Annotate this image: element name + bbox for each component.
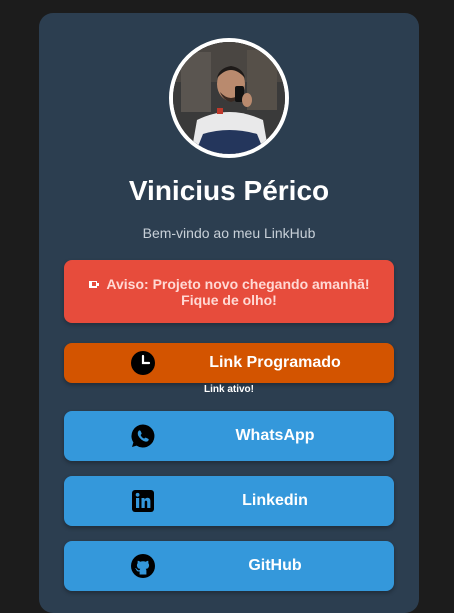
linkedin-link-button[interactable]: Linkedin xyxy=(64,476,394,526)
scheduled-link-label: Link Programado xyxy=(209,354,341,371)
pushpin-icon xyxy=(89,280,100,288)
linkedin-icon xyxy=(132,490,154,512)
github-link-label: GitHub xyxy=(248,557,302,574)
profile-photo xyxy=(173,42,285,154)
scheduled-link-status: Link ativo! xyxy=(203,384,254,395)
avatar xyxy=(169,38,289,158)
scheduled-link-button[interactable]: Link Programado xyxy=(64,343,394,383)
whatsapp-link-button[interactable]: WhatsApp xyxy=(64,411,394,461)
github-icon xyxy=(131,554,155,578)
clock-icon xyxy=(131,351,155,375)
profile-name: Vinicius Périco xyxy=(128,175,330,206)
whatsapp-link-label: WhatsApp xyxy=(235,427,315,444)
notice-banner: Aviso: Projeto novo chegando amanhã! Fiq… xyxy=(64,260,394,323)
github-link-button[interactable]: GitHub xyxy=(64,541,394,591)
linkedin-link-label: Linkedin xyxy=(242,492,308,509)
profile-subtitle: Bem-vindo ao meu LinkHub xyxy=(142,225,316,241)
whatsapp-icon xyxy=(131,424,155,448)
notice-text: Aviso: Projeto novo chegando amanhã! Fiq… xyxy=(106,275,370,308)
profile-card: Vinicius Périco Bem-vindo ao meu LinkHub… xyxy=(39,13,419,613)
